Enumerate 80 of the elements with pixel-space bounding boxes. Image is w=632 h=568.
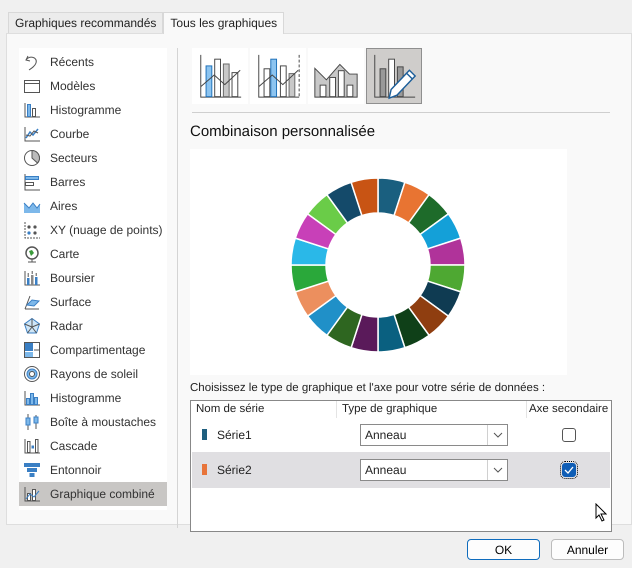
donut-slice — [377, 313, 406, 352]
donut-slice — [306, 294, 348, 336]
sidebar-item[interactable]: Graphique combiné — [19, 482, 167, 506]
histogram-icon — [23, 389, 41, 407]
radar-chart-icon — [23, 317, 41, 335]
column-header: Nom de série — [191, 400, 337, 418]
globe-icon — [23, 245, 41, 263]
sidebar-item[interactable]: Compartimentage — [19, 338, 167, 362]
sidebar-item[interactable]: Modèles — [19, 74, 167, 98]
donut-slice — [294, 280, 337, 316]
sunburst-icon — [23, 365, 41, 383]
box-plot-icon — [23, 413, 41, 431]
sidebar-item[interactable]: XY (nuage de points) — [19, 218, 167, 242]
donut-slice — [306, 193, 348, 235]
cancel-button[interactable]: Annuler — [551, 539, 624, 560]
caret-icon — [492, 466, 502, 473]
chart-subtype-button[interactable] — [366, 48, 422, 104]
sidebar-item[interactable]: Boursier — [19, 266, 167, 290]
donut-slice — [408, 294, 450, 336]
sidebar-item[interactable]: Entonnoir — [19, 458, 167, 482]
column-header: Axe secondaire — [528, 402, 610, 417]
sidebar-item[interactable]: Surface — [19, 290, 167, 314]
bar-chart-icon — [23, 101, 41, 119]
section-title: Combinaison personnalisée — [190, 122, 376, 142]
secondary-axis-checkbox[interactable] — [562, 428, 576, 442]
series-name: Série2 — [217, 462, 252, 479]
chart-subtype-button[interactable] — [250, 48, 306, 104]
table-row[interactable]: Série2 Anneau — [192, 452, 610, 488]
combo-chart-icon — [23, 485, 41, 503]
instruction-text: Choisissez le type de graphique et l'axe pour votre série de données : — [190, 380, 546, 396]
sidebar-item[interactable]: Radar — [19, 314, 167, 338]
donut-slice — [294, 212, 337, 250]
horizontal-bar-chart-icon — [23, 173, 41, 191]
donut-slice — [419, 212, 462, 250]
column-header: Type de graphique — [337, 400, 527, 418]
sidebar-item[interactable]: Courbe — [19, 122, 167, 146]
chart-subtype-button[interactable] — [192, 48, 248, 104]
stock-chart-icon — [23, 269, 41, 287]
table-row[interactable]: Série1 Anneau — [192, 418, 610, 452]
folder-icon — [23, 77, 41, 95]
donut-slice — [326, 181, 363, 224]
tab[interactable]: Tous les graphiques — [163, 12, 284, 34]
donut-slice — [408, 193, 450, 235]
chart-type-dropdown[interactable]: Anneau — [360, 424, 508, 446]
chart-subtype-button[interactable] — [308, 48, 364, 104]
sidebar-item[interactable]: Histogramme — [19, 98, 167, 122]
sidebar-item[interactable]: Carte — [19, 242, 167, 266]
tab[interactable]: Graphiques recommandés — [8, 12, 164, 33]
chart-type-dropdown[interactable]: Anneau — [360, 458, 508, 481]
surface-chart-icon — [23, 293, 41, 311]
waterfall-icon — [23, 437, 41, 455]
donut-slice — [290, 264, 330, 292]
donut-slice — [393, 181, 430, 224]
secondary-axis-checkbox[interactable] — [562, 462, 576, 477]
sidebar-item[interactable]: Rayons de soleil — [19, 362, 167, 386]
scatter-icon — [23, 221, 41, 239]
donut-slice — [350, 176, 379, 216]
donut-slice — [393, 306, 430, 348]
sidebar-item[interactable]: Histogramme — [19, 386, 167, 410]
sidebar-item[interactable]: Aires — [19, 194, 167, 218]
sidebar-item[interactable]: Boîte à moustaches — [19, 410, 167, 434]
series-name: Série1 — [217, 426, 252, 444]
treemap-icon — [23, 341, 41, 359]
sidebar-item[interactable]: Barres — [19, 170, 167, 194]
sidebar-item[interactable]: Secteurs — [19, 146, 167, 170]
cursor-icon — [595, 503, 607, 522]
donut-slice — [290, 236, 330, 266]
donut-slice — [350, 313, 379, 352]
ok-button[interactable]: OK — [467, 539, 540, 560]
funnel-icon — [23, 461, 41, 479]
donut-slice — [426, 264, 466, 292]
sidebar-item[interactable]: Cascade — [19, 434, 167, 458]
checkmark-icon — [564, 466, 574, 474]
donut-slice — [326, 306, 363, 348]
caret-icon — [492, 432, 502, 438]
donut-slice — [426, 236, 466, 266]
pie-chart-icon — [23, 149, 41, 167]
donut-slice — [419, 280, 462, 316]
line-chart-icon — [23, 125, 41, 143]
sidebar-item[interactable]: Récents — [19, 50, 167, 74]
